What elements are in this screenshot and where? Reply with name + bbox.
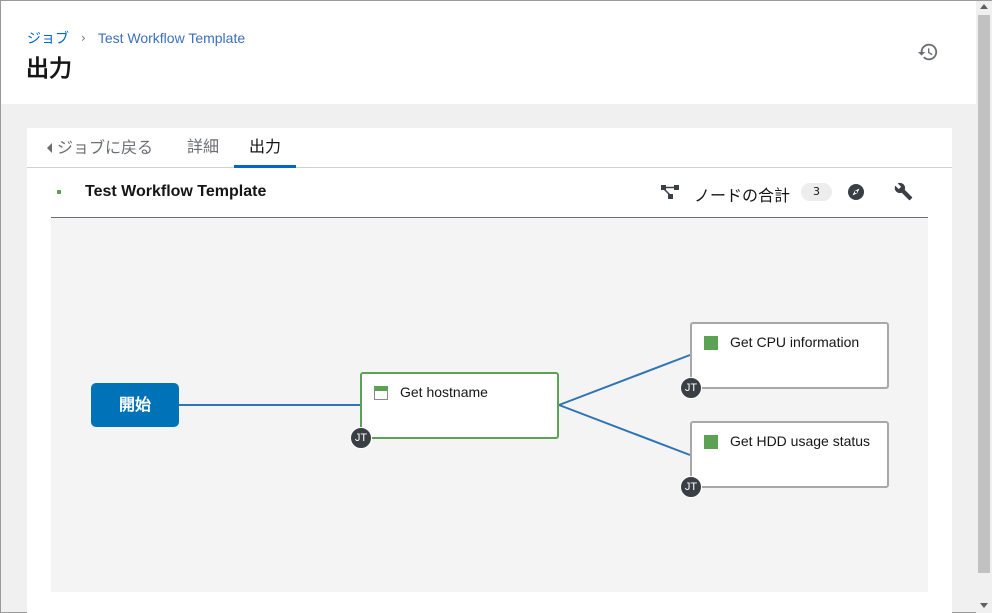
caret-left-icon [47, 143, 52, 153]
job-template-badge: JT [350, 427, 372, 449]
link-hostname-to-cpu [558, 354, 691, 406]
node-label: Get CPU information [730, 334, 860, 350]
compass-button[interactable] [847, 183, 865, 205]
job-template-badge: JT [680, 377, 702, 399]
tab-bar: ジョブに戻る 詳細 出力 [27, 128, 952, 168]
start-node[interactable]: 開始 [91, 383, 179, 427]
breadcrumb-jobs-link[interactable]: ジョブ [27, 28, 69, 48]
workflow-node-get-cpu-information[interactable]: Get CPU information JT [680, 322, 889, 399]
output-card: ジョブに戻る 詳細 出力 Test Workflow Template ノードの… [27, 128, 952, 613]
node-count-badge: 3 [801, 183, 832, 201]
scroll-down-arrow-icon[interactable] [980, 603, 988, 608]
tab-back-label: ジョブに戻る [57, 138, 154, 157]
status-indicator-icon [57, 190, 61, 194]
wrench-button[interactable] [894, 182, 913, 205]
tab-details[interactable]: 詳細 [187, 128, 219, 168]
workflow-canvas[interactable]: 開始 Get hostname JT Get CPU information J… [51, 218, 928, 592]
node-running-icon [374, 386, 388, 400]
vertical-scrollbar[interactable] [976, 1, 992, 613]
node-success-icon [704, 336, 718, 350]
breadcrumb-separator: › [81, 31, 86, 45]
node-label: Get hostname [400, 384, 488, 400]
node-total-label: ノードの合計 [694, 186, 791, 205]
workflow-toolbar: Test Workflow Template ノードの合計 3 [51, 168, 928, 218]
tab-output[interactable]: 出力 [234, 128, 297, 168]
page-title: 出力 [26, 56, 72, 82]
node-success-icon [704, 435, 718, 449]
link-hostname-to-hdd [558, 404, 691, 456]
workflow-node-get-hostname[interactable]: Get hostname JT [350, 372, 559, 449]
node-label: Get HDD usage status [730, 433, 871, 449]
job-template-badge: JT [680, 476, 702, 498]
breadcrumb: ジョブ › Test Workflow Template [27, 28, 245, 48]
page-header: ジョブ › Test Workflow Template 出力 [1, 1, 976, 104]
history-icon [917, 43, 938, 61]
history-button[interactable] [917, 41, 939, 63]
topology-icon [661, 184, 679, 204]
scrollbar-thumb[interactable] [978, 15, 990, 573]
workflow-node-get-hdd-usage-status[interactable]: Get HDD usage status JT [680, 421, 889, 498]
compass-icon [848, 184, 864, 200]
workflow-title: Test Workflow Template [85, 183, 267, 200]
tab-back-to-jobs[interactable]: ジョブに戻る [47, 128, 153, 168]
scroll-up-arrow-icon[interactable] [980, 4, 988, 9]
breadcrumb-current[interactable]: Test Workflow Template [98, 30, 245, 46]
wrench-icon [894, 182, 913, 201]
